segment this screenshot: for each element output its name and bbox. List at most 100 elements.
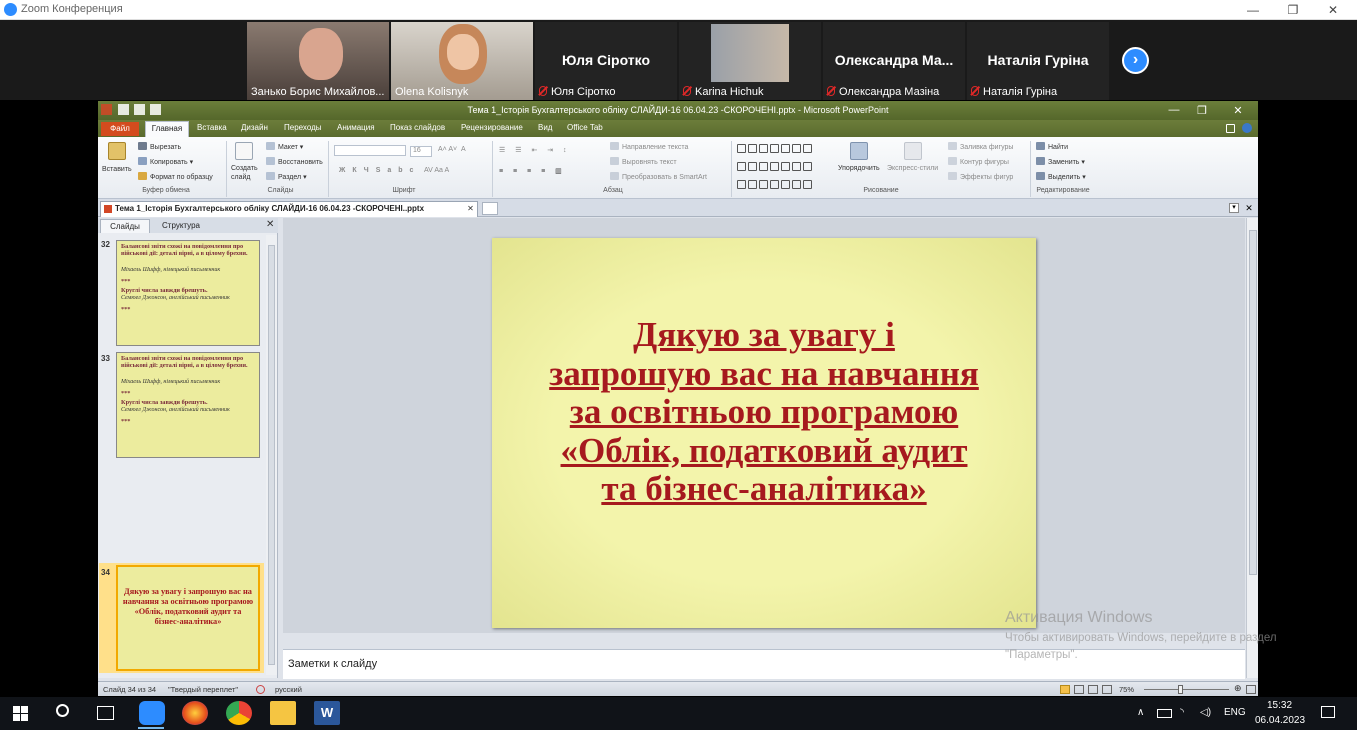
- ribbon-collapse-icon[interactable]: [1226, 124, 1235, 133]
- slide-thumbnail[interactable]: Балансові звіти схожі на повідомлення пр…: [116, 240, 260, 346]
- participant-display-name: Наталія Гуріна: [987, 52, 1089, 68]
- list-buttons[interactable]: ☰ ☰ ⇤ ⇥ ↕: [499, 146, 571, 154]
- replace-button[interactable]: Заменить ▾: [1036, 157, 1085, 166]
- quick-styles-button[interactable]: Экспресс-стили: [887, 165, 938, 172]
- maximize-icon[interactable]: ❐: [1273, 1, 1313, 19]
- close-icon[interactable]: ✕: [1228, 104, 1248, 117]
- font-size-controls[interactable]: A˄ A˅ A: [438, 146, 466, 153]
- task-view-icon[interactable]: [97, 706, 114, 720]
- font-size-combo[interactable]: 16: [410, 146, 432, 157]
- format-painter-button[interactable]: Формат по образцу: [138, 172, 213, 181]
- slideshow-view-icon[interactable]: [1102, 685, 1112, 694]
- tab-design[interactable]: Дизайн: [241, 123, 268, 132]
- help-icon[interactable]: [1242, 123, 1252, 133]
- wifi-icon[interactable]: ◝: [1180, 707, 1184, 718]
- participant-tile[interactable]: Наталія Гуріна Наталія Гуріна: [967, 22, 1109, 100]
- search-icon[interactable]: [56, 704, 69, 717]
- participant-tile[interactable]: Занько Борис Михайлов...: [247, 22, 389, 100]
- tab-review[interactable]: Рецензирование: [461, 123, 523, 132]
- slide-thumbnail[interactable]: Балансові звіти схожі на повідомлення пр…: [116, 352, 260, 458]
- font-style-buttons[interactable]: ЖКЧSabc: [339, 167, 420, 174]
- notes-placeholder[interactable]: Заметки к слайду: [288, 658, 377, 670]
- participant-tile[interactable]: Олександра Ма... Олександра Мазіна: [823, 22, 965, 100]
- font-color-buttons[interactable]: AV Aa A: [424, 167, 449, 174]
- shapes-gallery[interactable]: [736, 142, 828, 189]
- normal-view-icon[interactable]: [1060, 685, 1070, 694]
- tab-home[interactable]: Главная: [145, 121, 189, 137]
- shape-effects-button[interactable]: Эффекты фигур: [948, 172, 1013, 181]
- arrange-icon[interactable]: [850, 142, 868, 160]
- slides-scrollbar[interactable]: [266, 235, 277, 675]
- ribbon-separator: [492, 141, 493, 197]
- close-pane-icon[interactable]: ✕: [266, 219, 274, 230]
- file-explorer-icon[interactable]: [270, 701, 296, 725]
- text-direction-button[interactable]: Направление текста: [610, 142, 688, 151]
- clock-time[interactable]: 15:32: [1267, 700, 1292, 711]
- zoom-in-icon[interactable]: ⊕: [1234, 683, 1242, 694]
- participant-tile[interactable]: Olena Kolisnyk: [391, 22, 533, 100]
- maximize-icon[interactable]: ❐: [1192, 104, 1212, 117]
- battery-icon[interactable]: [1157, 709, 1172, 718]
- notifications-icon[interactable]: [1321, 706, 1335, 718]
- section-button[interactable]: Раздел ▾: [266, 172, 307, 181]
- quick-styles-icon[interactable]: [904, 142, 922, 160]
- tab-outline[interactable]: Структура: [152, 219, 210, 233]
- find-icon: [1036, 142, 1045, 150]
- tab-insert[interactable]: Вставка: [197, 123, 227, 132]
- windows-start-icon[interactable]: [13, 706, 28, 721]
- chrome-icon[interactable]: [226, 701, 252, 725]
- reset-button[interactable]: Восстановить: [266, 157, 323, 166]
- smartart-button[interactable]: Преобразовать в SmartArt: [610, 172, 707, 181]
- sorter-view-icon[interactable]: [1074, 685, 1084, 694]
- layout-button[interactable]: Макет ▾: [266, 142, 303, 151]
- tray-chevron-icon[interactable]: ∧: [1137, 707, 1144, 718]
- word-icon[interactable]: W: [314, 701, 340, 725]
- slide-title[interactable]: Дякую за увагу і запрошую вас на навчанн…: [492, 315, 1036, 509]
- participant-tile[interactable]: Юля Сіротко Юля Сіротко: [535, 22, 677, 100]
- tab-animations[interactable]: Анимация: [337, 123, 375, 132]
- new-tab-button[interactable]: [482, 202, 498, 215]
- paste-button[interactable]: Вставить: [102, 166, 132, 173]
- close-tab-icon[interactable]: ✕: [466, 204, 475, 213]
- align-text-button[interactable]: Выровнять текст: [610, 157, 677, 166]
- align-buttons[interactable]: ≡ ≡ ≡ ≡ ▥: [499, 167, 566, 175]
- minimize-icon[interactable]: —: [1233, 1, 1273, 19]
- tab-list-icon[interactable]: ▾: [1229, 203, 1239, 213]
- tab-office-tab[interactable]: Office Tab: [567, 123, 603, 132]
- firefox-icon[interactable]: [182, 701, 208, 725]
- tab-slideshow[interactable]: Показ слайдов: [390, 123, 445, 132]
- zoom-slider[interactable]: [1144, 685, 1229, 694]
- font-name-combo[interactable]: [334, 145, 406, 156]
- document-tab[interactable]: Тема 1_Історія Бухгалтерського обліку СЛ…: [100, 201, 478, 217]
- zoom-level[interactable]: 75%: [1119, 685, 1134, 694]
- paste-icon[interactable]: [108, 142, 126, 160]
- new-slide-icon[interactable]: [235, 142, 253, 160]
- language-indicator[interactable]: ENG: [1224, 707, 1246, 718]
- close-doc-icon[interactable]: ✕: [1244, 203, 1254, 213]
- cut-button[interactable]: Вырезать: [138, 142, 181, 151]
- copy-button[interactable]: Копировать ▾: [138, 157, 193, 166]
- tab-slides[interactable]: Слайды: [100, 219, 150, 233]
- clock-date[interactable]: 06.04.2023: [1255, 715, 1305, 726]
- shape-outline-button[interactable]: Контур фигуры: [948, 157, 1009, 166]
- zoom-app-icon[interactable]: [139, 701, 165, 725]
- spellcheck-icon[interactable]: [256, 685, 265, 694]
- arrange-button[interactable]: Упорядочить: [838, 165, 880, 172]
- minimize-icon[interactable]: —: [1164, 104, 1184, 116]
- new-slide-button[interactable]: Создать слайд: [231, 164, 265, 182]
- shape-fill-button[interactable]: Заливка фигуры: [948, 142, 1013, 151]
- reading-view-icon[interactable]: [1088, 685, 1098, 694]
- slide[interactable]: Дякую за увагу і запрошую вас на навчанн…: [492, 238, 1036, 628]
- participant-tile[interactable]: Karina Hichuk: [679, 22, 821, 100]
- tab-file[interactable]: Файл: [101, 122, 139, 136]
- slide-thumbnail-selected[interactable]: Дякую за увагу і запрошую вас на навчанн…: [116, 565, 260, 671]
- chevron-right-icon[interactable]: ›: [1122, 47, 1149, 74]
- volume-icon[interactable]: ◁): [1200, 707, 1211, 718]
- language[interactable]: русский: [275, 685, 302, 694]
- select-button[interactable]: Выделить ▾: [1036, 172, 1086, 181]
- find-button[interactable]: Найти: [1036, 142, 1068, 151]
- tab-view[interactable]: Вид: [538, 123, 552, 132]
- fit-slide-icon[interactable]: [1246, 685, 1256, 694]
- close-icon[interactable]: ✕: [1313, 1, 1353, 19]
- tab-transitions[interactable]: Переходы: [284, 123, 322, 132]
